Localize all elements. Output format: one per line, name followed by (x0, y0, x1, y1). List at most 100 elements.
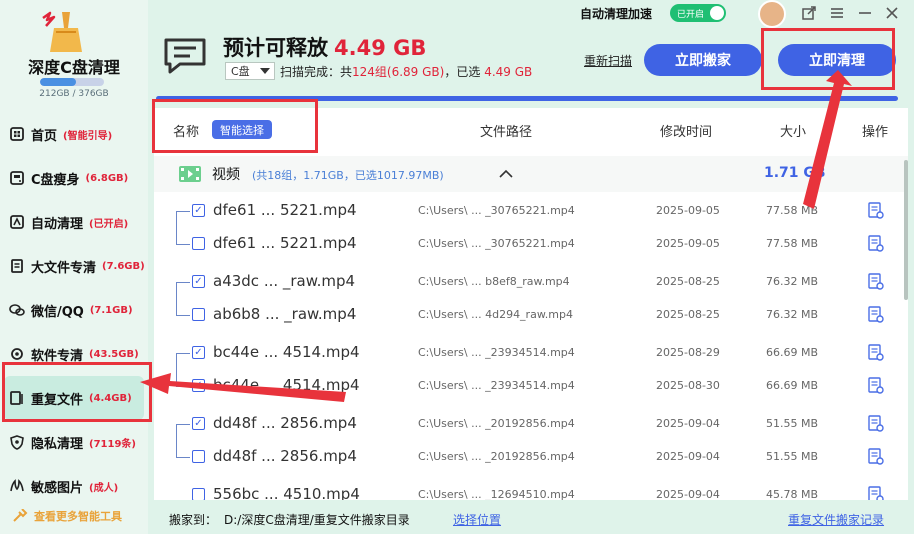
file-size: 66.69 MB (766, 346, 819, 359)
open-location-icon[interactable] (868, 344, 884, 362)
move-now-button[interactable]: 立即搬家 (644, 44, 762, 76)
choose-location-link[interactable]: 选择位置 (453, 511, 501, 528)
move-path: D:/深度C盘清理/重复文件搬家目录 (224, 513, 410, 527)
sidebar-item-auto-clean[interactable]: 自动清理 (已开启) (0, 200, 148, 244)
drive-select[interactable]: C盘 (225, 62, 275, 80)
smart-select-button[interactable]: 智能选择 (212, 120, 272, 139)
headline-label: 预计可释放 (223, 36, 328, 60)
headline-size: 4.49 GB (334, 36, 427, 60)
open-location-icon[interactable] (868, 415, 884, 433)
file-modified: 2025-09-05 (656, 237, 720, 250)
sidebar-item-label: 首页 (31, 128, 58, 144)
sidebar-item-sensitive-images[interactable]: 敏感图片 (成人) (0, 464, 148, 508)
table-row[interactable]: ✓ bc44e ... 4514.mp4 C:\Users\ ... _239345… (154, 337, 908, 370)
scan-summary: 扫描完成：共124组(6.89 GB)，已选 4.49 GB (280, 63, 532, 80)
sidebar-item-badge: (已开启) (89, 218, 129, 230)
file-size: 51.55 MB (766, 417, 819, 430)
disk-usage-text: 212GB / 376GB (39, 89, 109, 99)
sidebar-item-label: 重复文件 (31, 392, 84, 408)
sidebar-item-large-files[interactable]: 大文件专清 (7.6GB) (0, 244, 148, 288)
file-size: 77.58 MB (766, 204, 819, 217)
scan-progress-bar (156, 96, 898, 101)
file-modified: 2025-08-30 (656, 379, 720, 392)
table-row[interactable]: ✓ bc44e ... 4514.mp4 C:\Users\ ... _239345… (154, 370, 908, 403)
software-icon (8, 345, 26, 363)
row-checkbox[interactable] (192, 488, 205, 500)
close-icon[interactable] (881, 3, 903, 23)
file-path: C:\Users\ ... _30765221.mp4 (418, 237, 575, 250)
clean-now-button[interactable]: 立即清理 (778, 44, 896, 76)
group-pair-bracket (176, 353, 190, 387)
group-pair-bracket (176, 211, 190, 245)
sidebar-item-wechat-qq[interactable]: 微信/QQ (7.1GB) (0, 288, 148, 332)
sidebar-item-badge: (7119条) (89, 438, 136, 450)
tools-icon (13, 509, 28, 522)
sidebar-item-badge: (4.4GB) (89, 392, 132, 404)
row-checkbox[interactable] (192, 308, 205, 321)
table-row[interactable]: ✓ dfe61 ... 5221.mp4 C:\Users\ ... _307652… (154, 195, 908, 228)
row-checkbox[interactable]: ✓ (192, 275, 205, 288)
open-location-icon[interactable] (868, 448, 884, 466)
file-size: 45.78 MB (766, 488, 819, 500)
file-size: 66.69 MB (766, 379, 819, 392)
open-location-icon[interactable] (868, 486, 884, 500)
table-row[interactable]: dfe61 ... 5221.mp4 C:\Users\ ... _3076522… (154, 228, 908, 261)
row-checkbox[interactable] (192, 450, 205, 463)
image-icon (8, 477, 26, 495)
rescan-link[interactable]: 重新扫描 (584, 52, 632, 69)
open-location-icon[interactable] (868, 235, 884, 253)
menu-icon[interactable] (826, 3, 848, 23)
move-record-link[interactable]: 重复文件搬家记录 (788, 511, 884, 528)
scrollbar[interactable] (904, 160, 908, 300)
col-modified[interactable]: 修改时间 (660, 121, 712, 140)
group-meta: (共18组，1.71GB，已选1017.97MB) (252, 169, 444, 182)
open-location-icon[interactable] (868, 377, 884, 395)
file-size: 76.32 MB (766, 308, 819, 321)
table-row[interactable]: ✓ a43dc ... _raw.mp4 C:\Users\ ... b8ef8_r… (154, 266, 908, 299)
sidebar-item-label: 大文件专清 (31, 260, 97, 276)
open-location-icon[interactable] (868, 202, 884, 220)
more-tools-link[interactable]: 查看更多智能工具 (12, 508, 122, 524)
open-location-icon[interactable] (868, 306, 884, 324)
sidebar-item-label: 软件专清 (31, 348, 84, 364)
sidebar-item-label: 隐私清理 (31, 436, 84, 452)
row-checkbox[interactable] (192, 237, 205, 250)
scan-groups: 124组(6.89 GB) (352, 65, 445, 79)
video-icon (179, 166, 201, 182)
table-row[interactable]: dd48f ... 2856.mp4 C:\Users\ ... _2019285… (154, 441, 908, 474)
drive-select-value: C盘 (231, 65, 250, 78)
avatar[interactable] (758, 0, 786, 28)
col-size[interactable]: 大小 (780, 121, 806, 140)
file-modified: 2025-08-25 (656, 275, 720, 288)
duplicate-icon (8, 389, 26, 407)
sidebar-item-label: 自动清理 (31, 216, 84, 232)
sidebar-item-home[interactable]: 首页 (智能引导) (0, 112, 148, 156)
table-row[interactable]: 556bc ... 4510.mp4 C:\Users\ ... _1269451… (154, 479, 908, 500)
sidebar-item-privacy[interactable]: 隐私清理 (7119条) (0, 420, 148, 464)
sidebar-item-duplicate-files[interactable]: 重复文件 (4.4GB) (4, 376, 144, 420)
share-icon[interactable] (798, 3, 820, 23)
file-modified: 2025-08-25 (656, 308, 720, 321)
table-row[interactable]: ✓ dd48f ... 2856.mp4 C:\Users\ ... _201928… (154, 408, 908, 441)
auto-clean-toggle[interactable]: 已开启 (670, 4, 726, 22)
file-path: C:\Users\ ... _23934514.mp4 (418, 379, 575, 392)
col-name[interactable]: 名称 (173, 121, 199, 140)
auto-clean-label: 自动清理加速 (580, 7, 653, 21)
sidebar-item-software[interactable]: 软件专清 (43.5GB) (0, 332, 148, 376)
row-checkbox[interactable]: ✓ (192, 417, 205, 430)
row-checkbox[interactable]: ✓ (192, 346, 205, 359)
open-location-icon[interactable] (868, 273, 884, 291)
row-checkbox[interactable]: ✓ (192, 379, 205, 392)
chevron-up-icon[interactable] (498, 169, 514, 179)
sidebar-item-c-slim[interactable]: C盘瘦身 (6.8GB) (0, 156, 148, 200)
file-name: bc44e ... 4514.mp4 (213, 376, 360, 394)
minimize-icon[interactable] (854, 3, 876, 23)
table-row[interactable]: ab6b8 ... _raw.mp4 C:\Users\ ... 4d294_ra… (154, 299, 908, 332)
row-checkbox[interactable]: ✓ (192, 204, 205, 217)
file-modified: 2025-09-04 (656, 450, 720, 463)
sidebar-item-label: C盘瘦身 (31, 172, 80, 188)
sidebar-item-badge: (7.1GB) (89, 304, 133, 316)
sidebar-item-badge: (智能引导) (63, 130, 113, 142)
file-path: C:\Users\ ... 4d294_raw.mp4 (418, 308, 574, 321)
group-row-video[interactable]: 视频 (共18组，1.71GB，已选1017.97MB) 1.71 GB (154, 156, 908, 192)
